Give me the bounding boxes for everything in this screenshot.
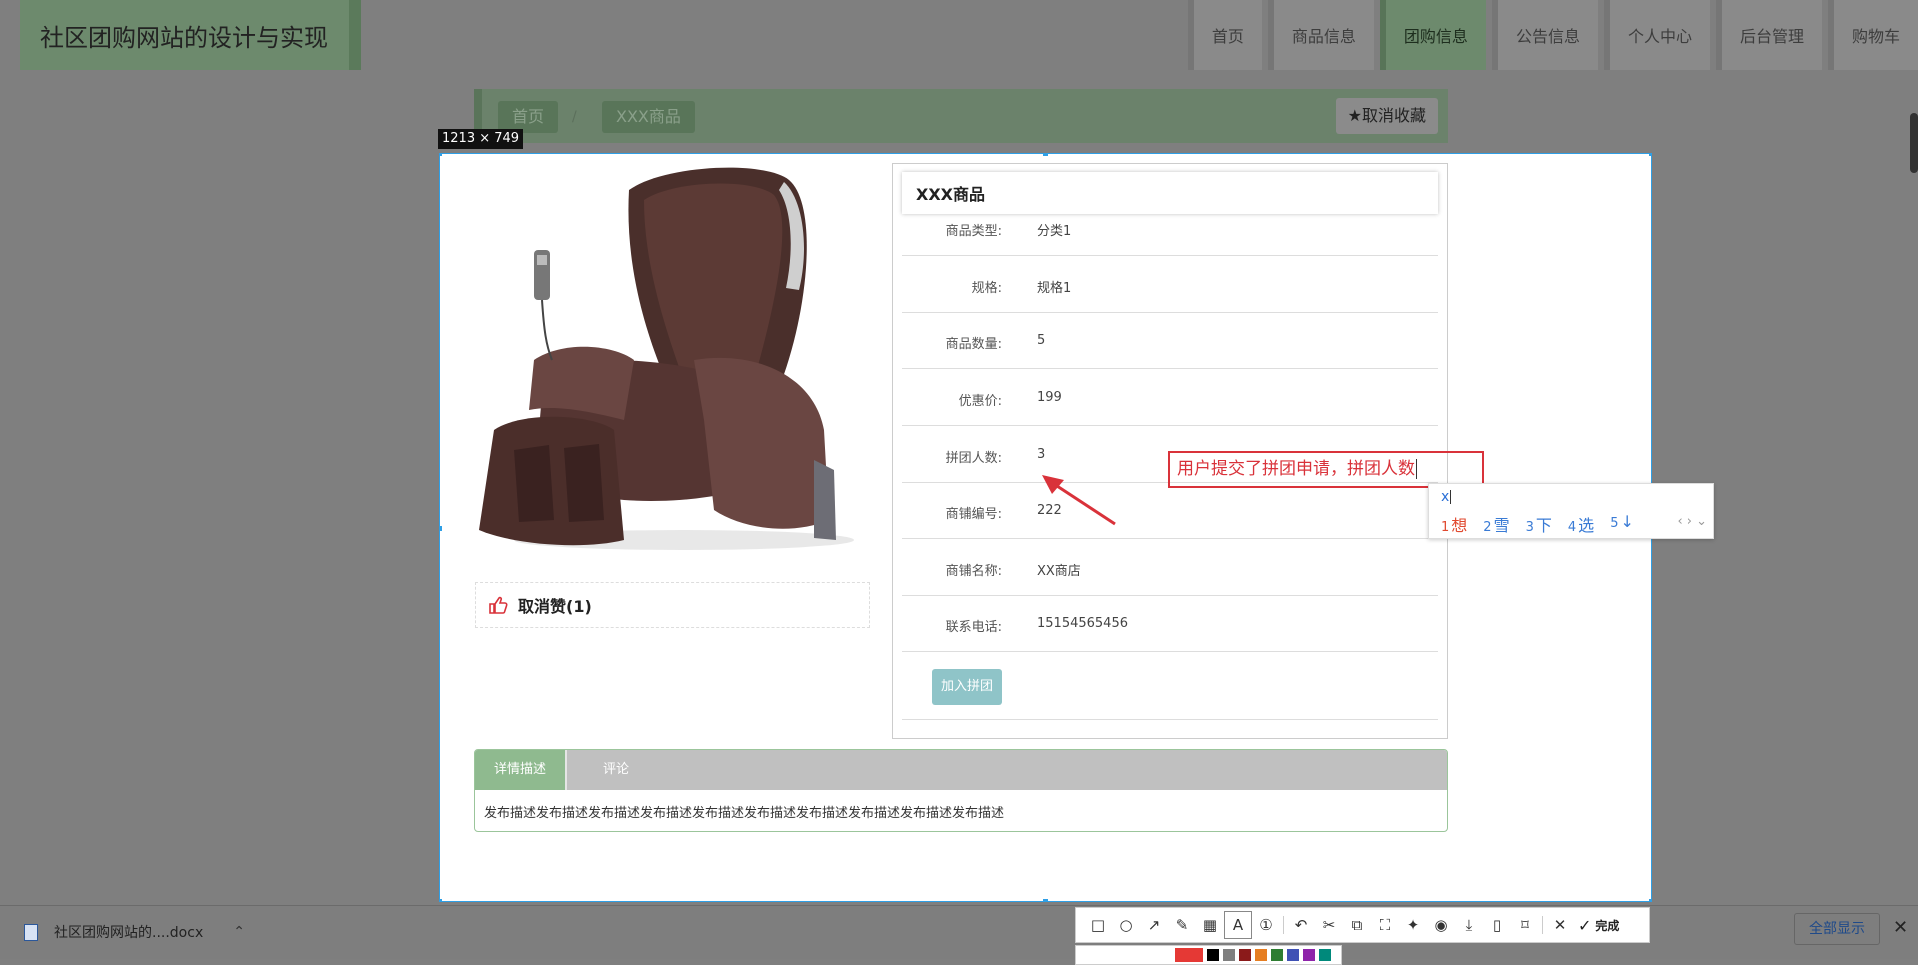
main-nav: 首页 商品信息 团购信息 公告信息 个人中心 后台管理 购物车	[1182, 0, 1918, 70]
annotation-arrow[interactable]	[1040, 472, 1120, 528]
breadcrumb-current: XXX商品	[602, 101, 695, 133]
nav-profile[interactable]: 个人中心	[1603, 0, 1710, 70]
download-item[interactable]: 社区团购网站的....docx ⌃	[24, 922, 245, 942]
capture-size-label: 1213 × 749	[438, 129, 524, 149]
download-icon[interactable]: ⤓	[1455, 911, 1483, 939]
nav-products[interactable]: 商品信息	[1267, 0, 1374, 70]
site-title: 社区团购网站的设计与实现	[20, 0, 361, 70]
pen-icon[interactable]: ✎	[1168, 911, 1196, 939]
color-swatch-green[interactable]	[1271, 949, 1283, 961]
ime-page-nav[interactable]: ‹ › ⌄	[1677, 514, 1707, 529]
thumbs-up-icon	[488, 596, 508, 614]
resize-handle-sw[interactable]	[440, 899, 442, 901]
screenshot-toolbar: □ ○ ↗ ✎ ▦ A ① ↶ ✂ ⧉ ⛶ ✦ ◉ ⤓ ▯ ⌑ ✕ ✓ 完成	[1075, 907, 1650, 943]
bookmark-icon[interactable]: ⌑	[1511, 911, 1539, 939]
scrollbar-thumb[interactable]	[1910, 113, 1918, 173]
color-swatch-teal[interactable]	[1319, 949, 1331, 961]
record-icon[interactable]: ◉	[1427, 911, 1455, 939]
nav-cart[interactable]: 购物车	[1827, 0, 1918, 70]
text-icon[interactable]: A	[1224, 911, 1252, 939]
color-swatch-gray[interactable]	[1223, 949, 1235, 961]
tab-bar: 详情描述 评论	[475, 750, 1447, 790]
unlike-button[interactable]: 取消赞(1)	[475, 582, 870, 628]
product-image	[474, 160, 869, 560]
breadcrumb: 首页 / XXX商品 ★取消收藏	[474, 89, 1448, 143]
number-icon[interactable]: ①	[1252, 911, 1280, 939]
cut-icon[interactable]: ✂	[1315, 911, 1343, 939]
field-shop-name: 商铺名称: XX商店	[902, 540, 1438, 596]
ime-candidate[interactable]: 5 ↓	[1610, 512, 1634, 536]
description-text: 发布描述发布描述发布描述发布描述发布描述发布描述发布描述发布描述发布描述发布描述	[484, 806, 1005, 821]
pin-icon[interactable]: ✦	[1399, 911, 1427, 939]
resize-handle-n[interactable]	[1043, 154, 1048, 156]
ime-candidate[interactable]: 2雪	[1483, 512, 1509, 536]
field-discount-price: 优惠价: 199	[902, 370, 1438, 426]
text-caret	[1416, 459, 1417, 479]
join-row: 加入拼团	[902, 652, 1438, 720]
unfavorite-button[interactable]: ★取消收藏	[1335, 98, 1438, 134]
field-quantity: 商品数量: 5	[902, 313, 1438, 369]
field-phone: 联系电话: 15154565456	[902, 596, 1438, 652]
field-spec: 规格: 规格1	[902, 257, 1438, 313]
ime-candidate-window: x 1想 2雪 3下 4选 5 ↓ ‹ › ⌄	[1428, 483, 1714, 539]
ime-candidate[interactable]: 3下	[1526, 512, 1552, 536]
color-swatch-red[interactable]	[1175, 948, 1203, 962]
nav-groupbuy[interactable]: 团购信息	[1379, 0, 1486, 70]
ellipse-icon[interactable]: ○	[1112, 911, 1140, 939]
tab-comments[interactable]: 评论	[567, 750, 648, 790]
star-icon: ★	[1347, 106, 1362, 125]
resize-handle-nw[interactable]	[440, 154, 442, 156]
color-swatch-darkred[interactable]	[1239, 949, 1251, 961]
ime-candidate[interactable]: 1想	[1441, 512, 1467, 536]
resize-handle-w[interactable]	[440, 526, 442, 531]
show-all-downloads-button[interactable]: 全部显示	[1794, 913, 1880, 945]
breadcrumb-separator: /	[572, 109, 577, 125]
color-swatch-purple[interactable]	[1303, 949, 1315, 961]
resize-handle-s[interactable]	[1043, 899, 1048, 901]
close-icon[interactable]: ✕	[1893, 917, 1908, 938]
resize-handle-se[interactable]	[1649, 899, 1651, 901]
word-doc-icon	[24, 923, 38, 941]
chevron-up-icon[interactable]: ⌃	[233, 924, 245, 940]
check-icon: ✓	[1578, 915, 1592, 935]
color-swatch-blue[interactable]	[1287, 949, 1299, 961]
tab-description[interactable]: 详情描述	[475, 750, 568, 790]
annotation-text: 用户提交了拼团申请，拼团人数	[1177, 459, 1415, 479]
ime-candidate[interactable]: 4选	[1568, 512, 1594, 536]
color-swatch-black[interactable]	[1207, 949, 1219, 961]
field-shop-id: 商铺编号: 222	[902, 483, 1438, 539]
ime-composition: x	[1441, 489, 1452, 505]
phone-icon[interactable]: ▯	[1483, 911, 1511, 939]
undo-icon[interactable]: ↶	[1287, 911, 1315, 939]
nav-admin[interactable]: 后台管理	[1715, 0, 1822, 70]
ocr-icon[interactable]: ⧉	[1343, 911, 1371, 939]
mosaic-icon[interactable]: ▦	[1196, 911, 1224, 939]
field-category: 商品类型: 分类1	[902, 200, 1438, 256]
join-group-button[interactable]: 加入拼团	[932, 669, 1003, 705]
ime-candidates: 1想 2雪 3下 4选 5 ↓	[1441, 512, 1650, 536]
resize-handle-ne[interactable]	[1649, 154, 1651, 156]
nav-home[interactable]: 首页	[1187, 0, 1262, 70]
color-palette	[1075, 945, 1342, 965]
crop-icon[interactable]: ⛶	[1371, 911, 1399, 939]
color-swatch-orange[interactable]	[1255, 949, 1267, 961]
detail-tabs: 详情描述 评论 发布描述发布描述发布描述发布描述发布描述发布描述发布描述发布描述…	[474, 749, 1448, 832]
rectangle-icon[interactable]: □	[1084, 911, 1112, 939]
close-icon[interactable]: ✕	[1546, 911, 1574, 939]
nav-notices[interactable]: 公告信息	[1491, 0, 1598, 70]
done-button[interactable]: ✓ 完成	[1578, 916, 1619, 935]
arrow-icon[interactable]: ↗	[1140, 911, 1168, 939]
